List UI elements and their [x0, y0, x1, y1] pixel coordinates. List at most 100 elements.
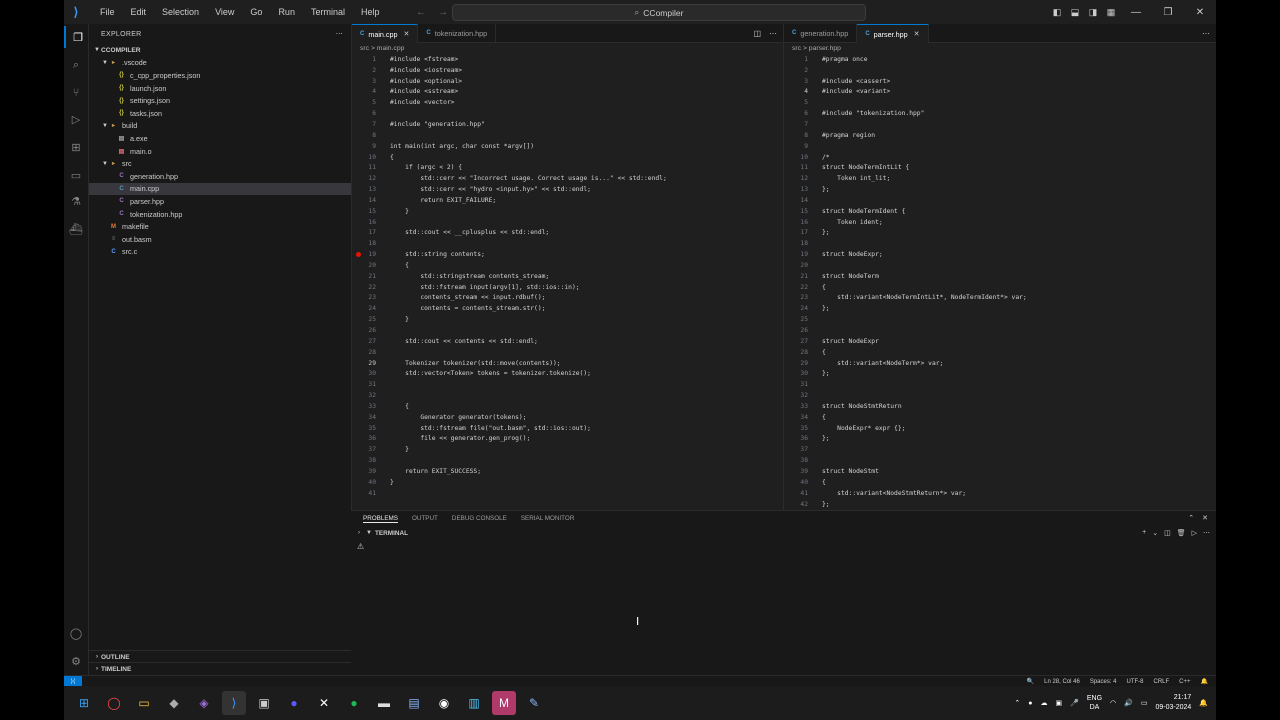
tree-file[interactable]: ▤ main.o — [89, 145, 351, 158]
terminal-section-header[interactable]: › ▼ TERMINAL — [351, 526, 1216, 540]
clock[interactable]: 21:17 09-03-2024 — [1155, 693, 1191, 713]
notification-bell-icon[interactable]: 🔔 — [1199, 699, 1208, 707]
indentation[interactable]: Spaces: 4 — [1090, 679, 1117, 685]
zoom-icon[interactable]: 🔍 — [1027, 678, 1034, 685]
tree-file[interactable]: {} c_cpp_properties.json — [89, 69, 351, 82]
warning-icon[interactable]: ⚠ — [357, 542, 364, 551]
minimize-button[interactable]: — — [1120, 7, 1152, 18]
search-activity-icon[interactable]: ⌕ — [64, 54, 88, 76]
close-panel-icon[interactable]: ✕ — [1202, 514, 1208, 522]
tree-file[interactable]: {} tasks.json — [89, 107, 351, 120]
wifi-icon[interactable]: ◠ — [1110, 699, 1116, 707]
notifications-icon[interactable]: 🔔 — [1201, 678, 1208, 685]
line-ending[interactable]: CRLF — [1154, 679, 1170, 685]
maximize-button[interactable]: ❐ — [1152, 7, 1184, 18]
more-actions-icon[interactable]: ⋯ — [769, 29, 777, 38]
tree-file[interactable]: Mmakefile — [89, 220, 351, 233]
code-area[interactable]: 1 #pragma once 2 3 #include <cassert> 4 #inclu… — [784, 54, 1216, 509]
menu-view[interactable]: View — [207, 0, 242, 24]
opera-browser-icon[interactable]: ◯ — [102, 691, 126, 715]
app-icon[interactable]: ✎ — [522, 691, 546, 715]
split-editor-icon[interactable]: ◫ — [753, 29, 761, 38]
command-center[interactable]: ⌕ CCompiler — [452, 4, 866, 21]
app-icon[interactable]: ▥ — [462, 691, 486, 715]
tab-generation-hpp[interactable]: C generation.hpp — [784, 24, 858, 42]
battery-icon[interactable]: ▭ — [1141, 699, 1148, 707]
chevron-up-icon[interactable]: ⌃ — [1014, 699, 1020, 707]
app-icon[interactable]: ◆ — [162, 691, 186, 715]
tree-file[interactable]: ≡ out.basm — [89, 233, 351, 246]
more-actions-icon[interactable]: ⋯ — [336, 30, 343, 38]
visual-studio-icon[interactable]: ◈ — [192, 691, 216, 715]
tree-folder[interactable]: ▼ ▸ src — [89, 157, 351, 170]
project-root[interactable]: ▼ CCOMPILER — [89, 44, 351, 57]
tab-parser-hpp[interactable]: C parser.hpp ✕ — [857, 24, 929, 43]
menu-selection[interactable]: Selection — [154, 0, 207, 24]
tree-file[interactable]: Ctokenization.hpp — [89, 208, 351, 221]
testing-icon[interactable]: ⚗ — [64, 190, 88, 212]
encoding[interactable]: UTF-8 — [1127, 679, 1144, 685]
windows-start-icon[interactable]: ⊞ — [72, 691, 96, 715]
more-actions-icon[interactable]: ⋯ — [1203, 529, 1210, 537]
panel-tab-debug-console[interactable]: DEBUG CONSOLE — [452, 515, 507, 522]
tree-folder[interactable]: ▼ ▸ .vscode — [89, 57, 351, 70]
cloud-icon[interactable]: ☁ — [1041, 699, 1048, 707]
extensions-icon[interactable]: ⊞ — [64, 136, 88, 158]
timeline-section[interactable]: › TIMELINE — [89, 662, 351, 675]
source-control-icon[interactable]: ⑂ — [64, 82, 88, 104]
code-area[interactable]: 1 #include <fstream> 2 #include <iostream> 3… — [352, 54, 783, 499]
tree-file[interactable]: Cparser.hpp — [89, 195, 351, 208]
breadcrumb[interactable]: src > main.cpp — [352, 43, 783, 54]
tab-tokenization-hpp[interactable]: C tokenization.hpp — [418, 24, 497, 42]
tree-file[interactable]: Csrc.c — [89, 246, 351, 259]
spotify-icon[interactable]: ● — [342, 691, 366, 715]
docker-icon[interactable]: ⛴ — [64, 218, 88, 240]
customize-layout-icon[interactable]: ▦ — [1102, 7, 1120, 18]
tree-file[interactable]: ▤ a.exe — [89, 132, 351, 145]
toggle-secondary-sidebar-icon[interactable]: ◨ — [1084, 7, 1102, 18]
menu-help[interactable]: Help — [353, 0, 388, 24]
breadcrumb[interactable]: src > parser.hpp — [784, 43, 1216, 54]
close-window-button[interactable]: ✕ — [1184, 7, 1216, 18]
volume-icon[interactable]: 🔊 — [1124, 699, 1133, 707]
vscode-taskbar-icon[interactable]: ⟩ — [222, 691, 246, 715]
menu-file[interactable]: File — [92, 0, 123, 24]
tree-file[interactable]: {} settings.json — [89, 94, 351, 107]
run-debug-icon[interactable]: ▷ — [64, 108, 88, 130]
remote-explorer-icon[interactable]: ▭ — [64, 164, 88, 186]
settings-gear-icon[interactable]: ⚙ — [64, 650, 88, 672]
app-icon[interactable]: ▣ — [252, 691, 276, 715]
microphone-icon[interactable]: 🎤 — [1070, 699, 1079, 707]
more-actions-icon[interactable]: ⋯ — [1202, 29, 1210, 38]
tray-app-icon[interactable]: ▣ — [1056, 699, 1063, 707]
new-terminal-icon[interactable]: + — [1142, 529, 1146, 537]
chevron-down-icon[interactable]: ⌄ — [1152, 529, 1158, 537]
menu-run[interactable]: Run — [270, 0, 303, 24]
file-explorer-icon[interactable]: ▭ — [132, 691, 156, 715]
account-icon[interactable]: ◯ — [64, 622, 88, 644]
run-icon[interactable]: ▷ — [1192, 529, 1197, 537]
menu-terminal[interactable]: Terminal — [303, 0, 353, 24]
close-tab-icon[interactable]: ✕ — [914, 30, 920, 38]
language-mode[interactable]: C++ — [1179, 679, 1190, 685]
split-terminal-icon[interactable]: ◫ — [1164, 529, 1171, 537]
cursor-position[interactable]: Ln 28, Col 46 — [1044, 679, 1080, 685]
tray-app-icon[interactable]: ● — [1028, 700, 1032, 707]
tree-file[interactable]: Cmain.cpp — [89, 182, 351, 196]
close-tab-icon[interactable]: ✕ — [404, 30, 410, 38]
explorer-icon[interactable]: ❐ — [64, 26, 90, 48]
toggle-panel-icon[interactable]: ⬓ — [1066, 7, 1084, 18]
app-icon[interactable]: ● — [282, 691, 306, 715]
panel-tab-serial-monitor[interactable]: SERIAL MONITOR — [521, 515, 575, 522]
forward-arrow-icon[interactable]: → — [438, 7, 448, 18]
tree-file[interactable]: {} launch.json — [89, 82, 351, 95]
language-indicator[interactable]: ENG DA — [1087, 694, 1102, 712]
app-icon[interactable]: ◉ — [432, 691, 456, 715]
trash-icon[interactable]: 🗑 — [1177, 529, 1186, 537]
app-icon[interactable]: M — [492, 691, 516, 715]
panel-tab-output[interactable]: OUTPUT — [412, 515, 438, 522]
app-icon[interactable]: ▬ — [372, 691, 396, 715]
menu-go[interactable]: Go — [242, 0, 270, 24]
app-icon[interactable]: ✕ — [312, 691, 336, 715]
panel-tab-problems[interactable]: PROBLEMS — [363, 515, 398, 523]
